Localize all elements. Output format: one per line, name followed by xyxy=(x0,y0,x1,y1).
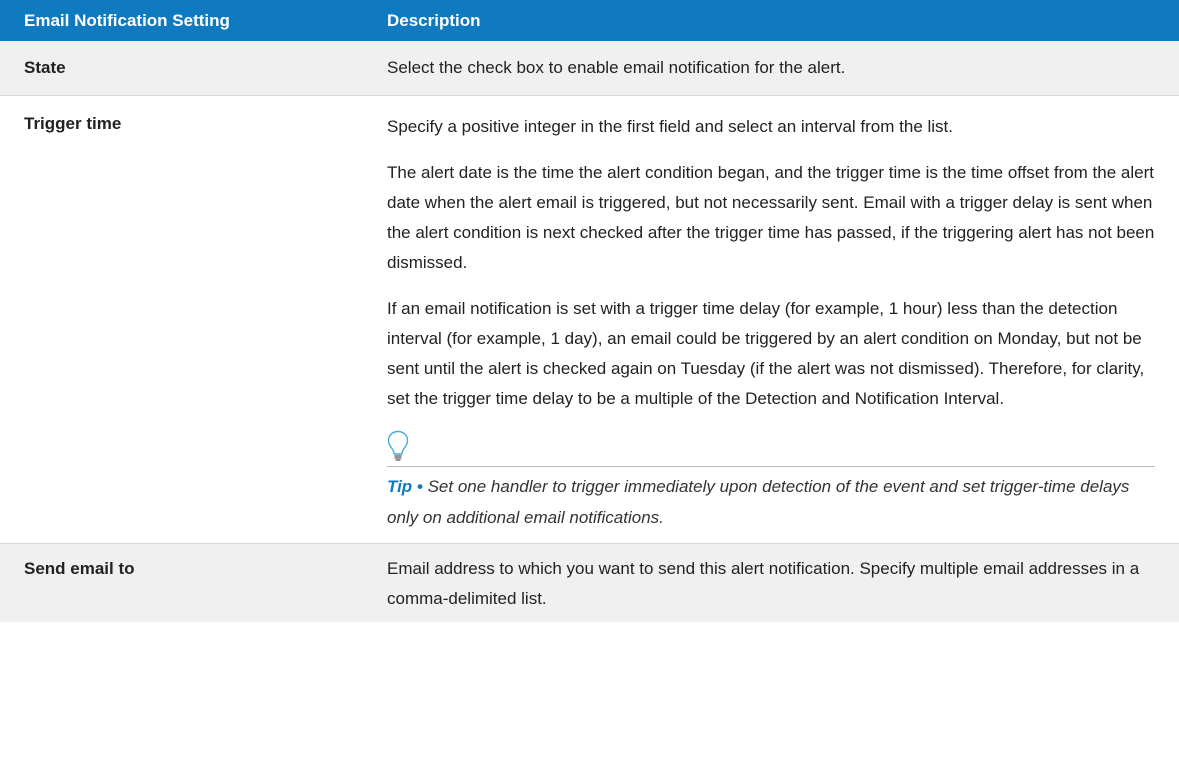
column-header-setting: Email Notification Setting xyxy=(0,0,350,41)
setting-description: Specify a positive integer in the first … xyxy=(350,95,1179,544)
tip-text: Tip • Set one handler to trigger immedia… xyxy=(387,471,1155,533)
table-row: Send email to Email address to which you… xyxy=(0,543,1179,622)
tip-divider xyxy=(387,466,1155,467)
tip-body: Set one handler to trigger immediately u… xyxy=(387,477,1130,527)
description-paragraph: Select the check box to enable email not… xyxy=(387,58,846,77)
setting-name-send-email-to: Send email to xyxy=(0,543,350,622)
table-header-row: Email Notification Setting Description xyxy=(0,0,1179,41)
lightbulb-icon xyxy=(387,430,409,461)
table-row: Trigger time Specify a positive integer … xyxy=(0,95,1179,544)
email-notification-settings-table: Email Notification Setting Description S… xyxy=(0,0,1179,622)
setting-name-state: State xyxy=(24,58,66,77)
setting-description: Select the check box to enable email not… xyxy=(350,41,1179,96)
description-paragraph: Email address to which you want to send … xyxy=(387,559,1140,608)
description-paragraph: The alert date is the time the alert con… xyxy=(387,163,1155,272)
tip-note: Tip • Set one handler to trigger immedia… xyxy=(387,430,1155,533)
setting-name-trigger-time: Trigger time xyxy=(0,95,350,544)
column-header-description: Description xyxy=(350,0,1179,41)
tip-label: Tip • xyxy=(387,477,423,496)
description-paragraph: Specify a positive integer in the first … xyxy=(387,117,953,136)
setting-description: Email address to which you want to send … xyxy=(350,543,1179,622)
table-row: State Select the check box to enable ema… xyxy=(0,41,1179,96)
description-paragraph: If an email notification is set with a t… xyxy=(387,299,1145,408)
